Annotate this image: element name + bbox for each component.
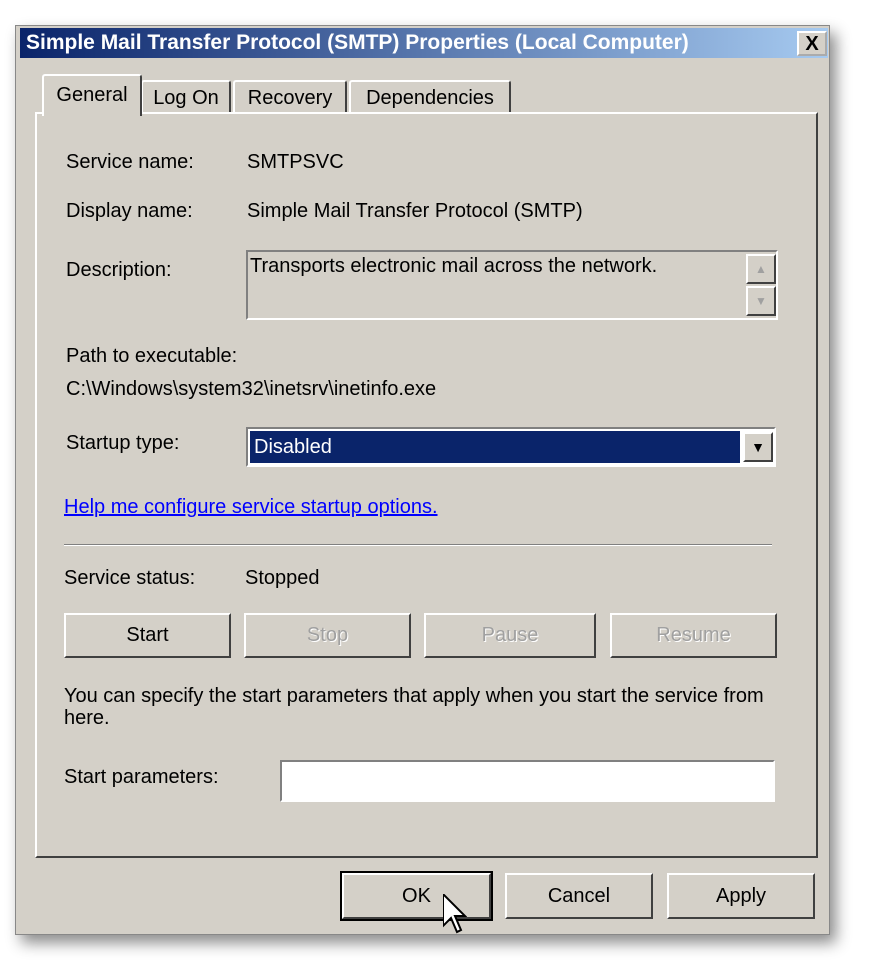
resume-button[interactable]: Resume (610, 613, 777, 658)
close-button[interactable]: X (797, 31, 827, 56)
startup-type-select[interactable]: Disabled ▼ (246, 427, 776, 467)
display-name-label: Display name: (66, 200, 193, 222)
startup-type-label: Startup type: (66, 432, 180, 454)
service-name-label: Service name: (66, 151, 194, 173)
help-link[interactable]: Help me configure service startup option… (64, 495, 438, 519)
service-status-label: Service status: (64, 567, 196, 589)
tab-general[interactable]: General (42, 74, 142, 116)
path-label: Path to executable: (66, 345, 238, 367)
tab-dependencies[interactable]: Dependencies (349, 80, 511, 114)
tab-panel (35, 112, 818, 858)
description-box[interactable]: Transports electronic mail across the ne… (246, 250, 778, 320)
service-name-value: SMTPSVC (247, 151, 344, 173)
pause-button[interactable]: Pause (424, 613, 596, 658)
description-label: Description: (66, 259, 172, 281)
ok-button[interactable]: OK (340, 871, 493, 921)
tab-recovery[interactable]: Recovery (233, 80, 347, 114)
startup-type-value: Disabled (250, 431, 740, 463)
mouse-cursor-icon (443, 894, 467, 934)
start-params-input[interactable] (280, 760, 775, 802)
start-params-label: Start parameters: (64, 766, 219, 788)
scroll-down-icon[interactable]: ▼ (746, 286, 776, 316)
separator (64, 544, 772, 546)
tab-log-on[interactable]: Log On (141, 80, 231, 114)
scroll-up-icon[interactable]: ▲ (746, 254, 776, 284)
start-params-note: You can specify the start parameters tha… (64, 685, 764, 729)
service-status-value: Stopped (245, 567, 320, 589)
description-text: Transports electronic mail across the ne… (250, 255, 658, 277)
path-value: C:\Windows\system32\inetsrv\inetinfo.exe (66, 378, 437, 400)
apply-button[interactable]: Apply (667, 873, 815, 919)
title-bar: Simple Mail Transfer Protocol (SMTP) Pro… (20, 28, 828, 58)
stop-button[interactable]: Stop (244, 613, 411, 658)
start-button[interactable]: Start (64, 613, 231, 658)
display-name-value: Simple Mail Transfer Protocol (SMTP) (247, 200, 583, 222)
cancel-button[interactable]: Cancel (505, 873, 653, 919)
chevron-down-icon[interactable]: ▼ (743, 432, 773, 462)
